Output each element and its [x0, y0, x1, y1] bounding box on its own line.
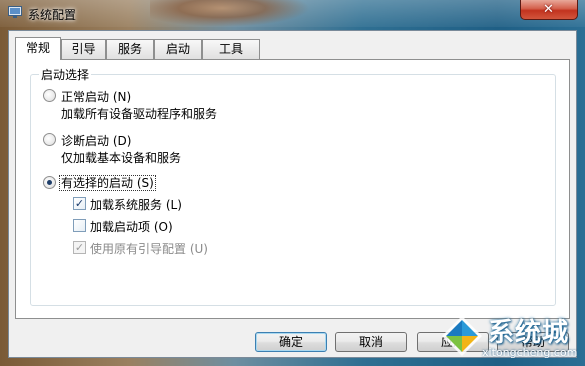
load-startup-items-checkbox[interactable]	[73, 219, 86, 232]
use-original-boot-config-accel: (U)	[189, 242, 208, 256]
tab-general[interactable]: 常规	[15, 37, 61, 60]
dialog-body: 常规 引导 服务 启动 工具 启动选择 正常启动 (N) 加载所有设备驱动程序和…	[8, 30, 577, 358]
load-system-services-label[interactable]: 加载系统服务 (L)	[90, 196, 182, 213]
selective-startup-radio[interactable]	[43, 176, 56, 189]
load-system-services-accel: (L)	[165, 198, 182, 212]
title-bar[interactable]: 系统配置 ✕	[0, 0, 585, 27]
title-bar-background-art	[150, 0, 310, 27]
tab-tools[interactable]: 工具	[202, 39, 260, 59]
window-title: 系统配置	[28, 8, 77, 22]
load-system-services-text: 加载系统服务	[90, 198, 163, 212]
load-system-services-checkbox[interactable]: ✓	[73, 197, 86, 210]
load-startup-items-text: 加载启动项	[90, 220, 151, 234]
watermark-url: xitongcheng.com	[482, 346, 578, 359]
use-original-boot-config-checkbox: ✓	[73, 241, 86, 254]
ok-button[interactable]: 确定	[255, 332, 327, 352]
diagnostic-startup-text: 诊断启动	[61, 134, 110, 148]
selective-startup-accel: (S)	[136, 176, 154, 190]
normal-startup-radio[interactable]	[43, 89, 56, 102]
diagnostic-startup-radio[interactable]	[43, 133, 56, 146]
diagnostic-startup-desc: 仅加载基本设备和服务	[61, 151, 182, 165]
use-original-boot-config-text: 使用原有引导配置	[90, 242, 187, 256]
cancel-button[interactable]: 取消	[335, 332, 407, 352]
load-startup-items-label[interactable]: 加载启动项 (O)	[90, 218, 173, 235]
selective-startup-text: 有选择的启动	[61, 176, 134, 190]
startup-selection-group: 启动选择 正常启动 (N) 加载所有设备驱动程序和服务 诊断启动 (D) 仅加载…	[30, 66, 556, 306]
tab-boot[interactable]: 引导	[61, 39, 106, 59]
normal-startup-accel: (N)	[112, 90, 132, 104]
load-startup-items-accel: (O)	[153, 220, 173, 234]
tab-startup[interactable]: 启动	[154, 39, 202, 59]
diagnostic-startup-label[interactable]: 诊断启动 (D)	[61, 132, 131, 149]
diamond-logo-icon	[442, 316, 482, 356]
close-button[interactable]: ✕	[520, 0, 578, 20]
general-tab-panel: 启动选择 正常启动 (N) 加载所有设备驱动程序和服务 诊断启动 (D) 仅加载…	[15, 59, 570, 319]
tab-services[interactable]: 服务	[106, 39, 154, 59]
close-icon: ✕	[543, 2, 554, 17]
normal-startup-text: 正常启动	[61, 90, 110, 104]
watermark-title: 系统城	[488, 318, 570, 348]
normal-startup-label[interactable]: 正常启动 (N)	[61, 88, 131, 105]
use-original-boot-config-label: 使用原有引导配置 (U)	[90, 240, 208, 257]
site-watermark: 系统城 xitongcheng.com	[430, 312, 585, 366]
diagnostic-startup-accel: (D)	[112, 134, 132, 148]
normal-startup-desc: 加载所有设备驱动程序和服务	[61, 107, 218, 121]
selective-startup-focus: 有选择的启动 (S)	[59, 175, 156, 191]
msconfig-icon	[8, 6, 22, 18]
selective-startup-label[interactable]: 有选择的启动 (S)	[59, 174, 156, 191]
group-legend: 启动选择	[39, 66, 92, 83]
system-config-window: 系统配置 ✕ 常规 引导 服务 启动 工具 启动选择 正常启动 (N) 加载所有…	[0, 0, 585, 366]
